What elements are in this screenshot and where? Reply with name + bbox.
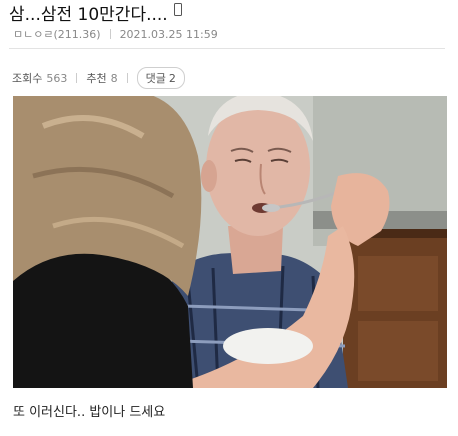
comments-label: 댓글 xyxy=(145,72,166,85)
mobile-phone-icon xyxy=(173,3,182,16)
post-title-text: 삼...삼전 10만간다.... xyxy=(9,5,168,25)
stats-separator xyxy=(126,73,128,83)
post-photo xyxy=(13,96,447,388)
recommend-label: 추천 xyxy=(86,72,107,85)
comments-button[interactable]: 댓글 2 xyxy=(136,67,185,89)
post-meta: ㅁㄴㅇㄹ(211.36) 2021.03.25 11:59 xyxy=(13,26,218,42)
stats-separator xyxy=(76,73,78,83)
author-name[interactable]: ㅁㄴㅇㄹ(211.36) xyxy=(13,26,101,42)
views-label: 조회수 xyxy=(12,72,43,85)
comments-count: 2 xyxy=(168,72,176,85)
meta-separator xyxy=(109,29,111,39)
recommend-count: 8 xyxy=(110,71,118,85)
header-divider xyxy=(9,48,445,49)
post-stats: 조회수 563 추천 8 댓글 2 xyxy=(12,67,185,89)
post-body-text: 또 이러신다.. 밥이나 드세요 xyxy=(13,405,166,420)
post-date: 2021.03.25 11:59 xyxy=(119,27,218,41)
views-count: 563 xyxy=(46,71,68,85)
post-title: 삼...삼전 10만간다.... xyxy=(9,0,182,25)
